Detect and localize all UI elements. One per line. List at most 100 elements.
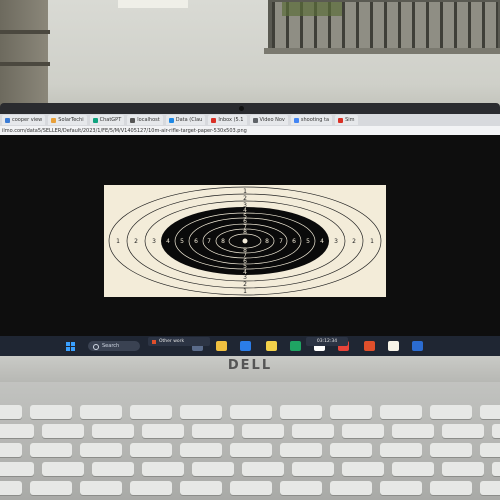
browser-tab[interactable]: Data (Clau	[165, 115, 206, 125]
windows-start-icon[interactable]	[66, 342, 75, 351]
keyboard-key[interactable]	[330, 405, 372, 419]
tab-label: Data (Clau	[175, 117, 203, 123]
keyboard-key[interactable]	[392, 424, 434, 438]
keyboard-key[interactable]	[280, 481, 322, 495]
address-bar[interactable]: ilmo.com/data5/SELLER/Default/2023/1/FE/…	[0, 126, 500, 135]
keyboard-key[interactable]	[380, 443, 422, 457]
keyboard-key[interactable]	[0, 405, 22, 419]
keyboard-key[interactable]	[292, 424, 334, 438]
target-center-dot	[242, 238, 248, 244]
browser-tab[interactable]: shooting ta	[290, 115, 333, 125]
webcam	[239, 106, 244, 111]
vscode-icon[interactable]	[412, 341, 423, 351]
folder-icon[interactable]	[266, 341, 277, 351]
ring-number: 2	[243, 195, 247, 202]
browser-tab[interactable]: ChatGPT	[89, 115, 125, 125]
keyboard-key[interactable]	[0, 481, 22, 495]
browser-tab[interactable]: localhost	[127, 115, 163, 125]
ring-number: 8	[243, 229, 247, 236]
keyboard-key[interactable]	[230, 481, 272, 495]
media-icon	[152, 339, 156, 344]
laptop-screen: cooper view SolarTechi ChatGPT localhost Dat…	[0, 114, 500, 356]
taskbar-search[interactable]: Search	[88, 341, 140, 351]
keyboard-key[interactable]	[0, 462, 34, 476]
keyboard-key[interactable]	[192, 462, 234, 476]
keyboard-key[interactable]	[130, 405, 172, 419]
sheets-icon[interactable]	[290, 341, 301, 351]
media-widget[interactable]: Other work	[148, 337, 210, 346]
keyboard-key[interactable]	[80, 443, 122, 457]
keyboard-key[interactable]	[92, 462, 134, 476]
ring-number: 4	[320, 238, 324, 245]
keyboard-key[interactable]	[392, 462, 434, 476]
ring-number: 1	[243, 188, 247, 195]
tray-time: 03:12:34	[316, 339, 338, 344]
keyboard-key[interactable]	[480, 405, 500, 419]
keyboard-key[interactable]	[492, 424, 500, 438]
target-paper: 11112222333344445555666677778888	[104, 185, 386, 297]
keyboard-key[interactable]	[180, 481, 222, 495]
tab-favicon-icon	[293, 117, 299, 123]
keyboard-key[interactable]	[142, 462, 184, 476]
keyboard-key[interactable]	[30, 405, 72, 419]
system-tray-clock[interactable]: 03:12:34	[306, 337, 348, 346]
browser-tab[interactable]: Sim	[335, 115, 358, 125]
tab-label: SolarTechi	[58, 117, 84, 123]
keyboard-key[interactable]	[130, 443, 172, 457]
browser-tab[interactable]: cooper view	[2, 115, 46, 125]
keyboard-key[interactable]	[230, 443, 272, 457]
brave-icon[interactable]	[364, 341, 375, 351]
keyboard-key[interactable]	[442, 462, 484, 476]
keyboard-key[interactable]	[242, 424, 284, 438]
keyboard-key[interactable]	[142, 424, 184, 438]
keyboard-key[interactable]	[230, 405, 272, 419]
wooden-shelf	[0, 0, 50, 108]
browser-tab[interactable]: Inbox (5.1	[208, 115, 247, 125]
photo-scene: cooper view SolarTechi ChatGPT localhost Dat…	[0, 0, 500, 500]
keyboard-key[interactable]	[180, 443, 222, 457]
keyboard-key[interactable]	[480, 481, 500, 495]
chat-icon[interactable]	[388, 341, 399, 351]
keyboard-key[interactable]	[380, 481, 422, 495]
keyboard-key[interactable]	[80, 405, 122, 419]
ring-number: 8	[221, 238, 225, 245]
keyboard-key[interactable]	[380, 405, 422, 419]
keyboard-key[interactable]	[242, 462, 284, 476]
browser-tab[interactable]: SolarTechi	[48, 115, 87, 125]
keyboard-key[interactable]	[192, 424, 234, 438]
keyboard-key[interactable]	[0, 443, 22, 457]
keyboard-key[interactable]	[342, 462, 384, 476]
ring-number: 3	[152, 238, 156, 245]
keyboard-key[interactable]	[80, 481, 122, 495]
keyboard-key[interactable]	[342, 424, 384, 438]
browser-tab[interactable]: Video Nov	[249, 115, 288, 125]
keyboard-key[interactable]	[442, 424, 484, 438]
keyboard-key[interactable]	[30, 443, 72, 457]
keyboard-key[interactable]	[42, 462, 84, 476]
keyboard-key[interactable]	[280, 443, 322, 457]
ring-number: 4	[243, 269, 247, 276]
keyboard-key[interactable]	[0, 424, 34, 438]
keyboard-key[interactable]	[430, 481, 472, 495]
file-explorer-icon[interactable]	[216, 341, 227, 351]
keyboard-key[interactable]	[280, 405, 322, 419]
keyboard-key[interactable]	[430, 443, 472, 457]
store-icon[interactable]	[240, 341, 251, 351]
ring-number: 8	[265, 238, 269, 245]
keyboard-key[interactable]	[92, 424, 134, 438]
keyboard-key[interactable]	[480, 443, 500, 457]
outdoor-foliage	[282, 2, 342, 16]
image-viewer: 11112222333344445555666677778888	[0, 135, 500, 336]
keyboard-key[interactable]	[130, 481, 172, 495]
keyboard-key[interactable]	[330, 481, 372, 495]
keyboard-key[interactable]	[430, 405, 472, 419]
keyboard-key[interactable]	[42, 424, 84, 438]
keyboard-key[interactable]	[292, 462, 334, 476]
keyboard-key[interactable]	[180, 405, 222, 419]
browser-tab-bar: cooper view SolarTechi ChatGPT localhost Dat…	[0, 114, 500, 126]
keyboard-key[interactable]	[330, 443, 372, 457]
ring-number: 8	[243, 247, 247, 254]
tab-favicon-icon	[338, 117, 344, 123]
keyboard-key[interactable]	[30, 481, 72, 495]
keyboard-key[interactable]	[492, 462, 500, 476]
